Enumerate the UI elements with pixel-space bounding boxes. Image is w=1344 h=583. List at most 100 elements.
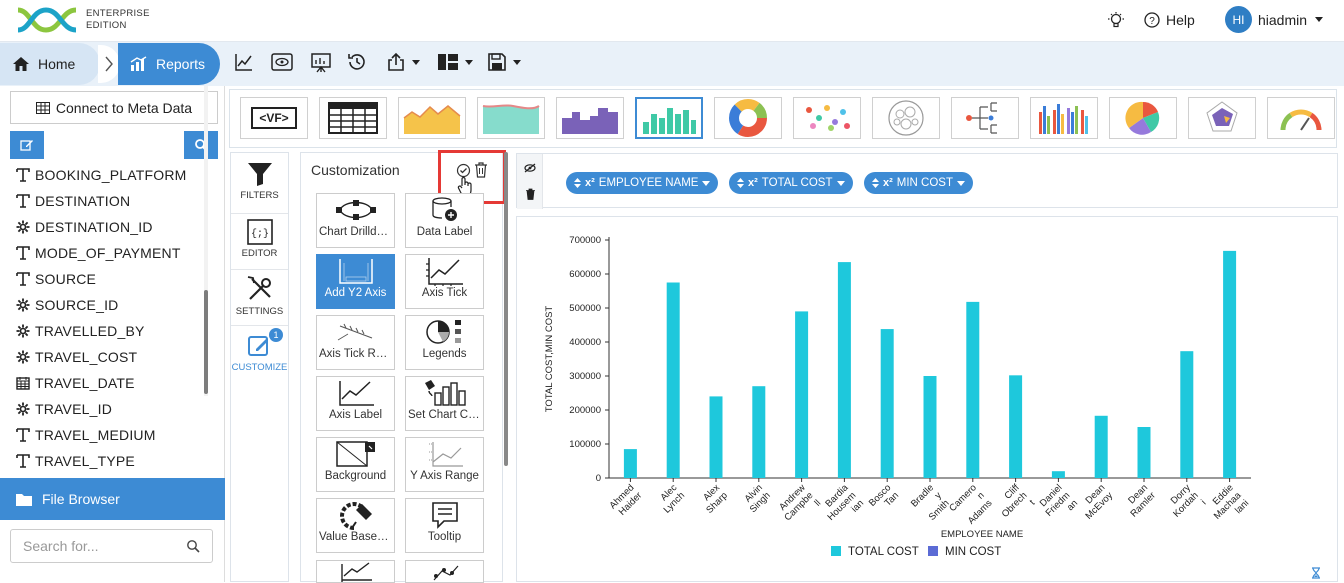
line-chart-button[interactable]: [234, 52, 254, 72]
field-item[interactable]: TRAVELLED_BY: [0, 318, 210, 344]
chart-type-gauge[interactable]: [1267, 97, 1335, 139]
x-tick-label: DanielFriedman: [1038, 482, 1080, 518]
clear-fields-button[interactable]: [525, 188, 536, 200]
chart-type-donut[interactable]: [714, 97, 782, 139]
breadcrumb-home[interactable]: Home: [0, 43, 100, 85]
chart-type-radar[interactable]: [1188, 97, 1256, 139]
bar: [752, 386, 766, 478]
helical-logo[interactable]: [16, 6, 78, 34]
chart-type-stacked-area[interactable]: [477, 97, 545, 139]
chart-type-bubble-pack[interactable]: [872, 97, 940, 139]
area-chart-icon: [403, 105, 461, 134]
card-label: Y Axis Range: [410, 470, 479, 482]
field-search-button[interactable]: [184, 131, 218, 159]
axis-label-alt-card[interactable]: [316, 560, 395, 583]
preview-button[interactable]: [271, 52, 293, 72]
y-axis-range-card[interactable]: Y Axis Range: [405, 437, 484, 492]
chevron-right-icon: [105, 56, 113, 72]
folder-icon: [16, 493, 32, 506]
layout-button[interactable]: [437, 52, 473, 72]
field-label: TRAVEL_ID: [35, 401, 113, 417]
chart-type-area[interactable]: [398, 97, 466, 139]
editor-tool[interactable]: {;} EDITOR: [231, 213, 288, 259]
text-type-icon: [16, 428, 30, 442]
field-pill[interactable]: x² MIN COST: [864, 172, 974, 194]
chart-drilldown-card[interactable]: Chart Drilldown: [316, 193, 395, 248]
value-color-icon: [317, 499, 394, 531]
field-item[interactable]: TRAVEL_MEDIUM: [0, 422, 210, 448]
tips-button[interactable]: [1107, 11, 1125, 29]
field-item[interactable]: BOOKING_PLATFORM: [0, 162, 210, 188]
axis-tick-rotation-card[interactable]: Axis Tick Rotation: [316, 315, 395, 370]
card-label: Add Y2 Axis: [324, 287, 387, 299]
chevron-down-icon: [836, 180, 845, 186]
x-axis-label: EMPLOYEE NAME: [941, 529, 1023, 540]
axis-tick-rotation-icon: [317, 316, 394, 348]
filters-tool[interactable]: FILTERS: [231, 161, 288, 201]
field-item[interactable]: DESTINATION_ID: [0, 214, 210, 240]
tooltip-card[interactable]: Tooltip: [405, 498, 484, 553]
help-button[interactable]: ? Help: [1144, 12, 1195, 28]
breadcrumb-reports[interactable]: Reports: [118, 43, 220, 85]
top-bar: ENTERPRISE EDITION ? Help HI hiadmin: [0, 0, 1344, 42]
file-search-input[interactable]: Search for...: [10, 529, 213, 563]
chart-type-bar[interactable]: [635, 97, 703, 139]
connect-meta-data-button[interactable]: Connect to Meta Data: [10, 91, 218, 124]
field-item[interactable]: SOURCE: [0, 266, 210, 292]
axis-tick-card[interactable]: Axis Tick: [405, 254, 484, 309]
chart-type-vf[interactable]: <VF>: [240, 97, 308, 139]
legend-swatch: [831, 546, 841, 556]
x-tick-label: EddieMachaalani: [1211, 482, 1252, 521]
presentation-button[interactable]: [310, 52, 332, 74]
delete-customization-button[interactable]: [474, 162, 488, 178]
legend-label: TOTAL COST: [848, 546, 919, 558]
file-browser-button[interactable]: File Browser: [0, 478, 225, 520]
eye-slash-icon: [524, 163, 536, 173]
customization-scrollbar[interactable]: [504, 152, 508, 466]
field-item[interactable]: DESTINATION: [0, 188, 210, 214]
field-item[interactable]: MODE_OF_PAYMENT: [0, 240, 210, 266]
axis-label-icon: [317, 377, 394, 409]
add-y2-axis-card[interactable]: Add Y2 Axis: [316, 254, 395, 309]
field-label: TRAVEL_DATE: [35, 375, 135, 391]
y-tick-label: 700000: [569, 235, 601, 246]
value-based-color-card[interactable]: Value Based Color: [316, 498, 395, 553]
chart-type-grouped-bar[interactable]: [1030, 97, 1098, 139]
sort-icon: [872, 178, 879, 188]
export-button[interactable]: [386, 52, 420, 72]
chart-type-pie[interactable]: [1109, 97, 1177, 139]
edit-button[interactable]: [10, 131, 44, 159]
sidebar-scrollbar[interactable]: [204, 290, 208, 394]
help-icon: ?: [1144, 12, 1160, 28]
save-button[interactable]: [487, 52, 521, 72]
text-type-icon: [16, 194, 30, 208]
settings-tool[interactable]: SETTINGS: [231, 269, 288, 317]
field-item[interactable]: TRAVEL_TYPE: [0, 448, 210, 474]
field-item[interactable]: TRAVEL_COST: [0, 344, 210, 370]
user-menu[interactable]: HI hiadmin: [1225, 6, 1324, 33]
field-item[interactable]: TRAVEL_DATE: [0, 370, 210, 396]
field-label: TRAVEL_TYPE: [35, 453, 135, 469]
set-chart-color-card[interactable]: Set Chart Color: [405, 376, 484, 431]
field-item[interactable]: TRAVEL_ID: [0, 396, 210, 422]
x-tick-label-line: Adams: [966, 498, 995, 527]
chart-type-step-bar[interactable]: [556, 97, 624, 139]
background-card[interactable]: Background: [316, 437, 395, 492]
field-item[interactable]: SOURCE_ID: [0, 292, 210, 318]
field-pill[interactable]: x² TOTAL COST: [729, 172, 853, 194]
chart-type-scatter[interactable]: [793, 97, 861, 139]
legends-card[interactable]: Legends: [405, 315, 484, 370]
axis-label-card[interactable]: Axis Label: [316, 376, 395, 431]
gauge-chart-icon: [1280, 109, 1322, 131]
data-label-card[interactable]: Data Label: [405, 193, 484, 248]
line-chart-icon: [235, 54, 252, 71]
chart-type-table[interactable]: [319, 97, 387, 139]
chart-type-tree[interactable]: [951, 97, 1019, 139]
numeric-type-icon: [16, 220, 30, 234]
visibility-toggle-button[interactable]: [524, 163, 536, 173]
trend-card[interactable]: [405, 560, 484, 583]
x-tick-label: DeanRamler: [1126, 482, 1158, 519]
field-pill[interactable]: x² EMPLOYEE NAME: [566, 172, 719, 194]
history-button[interactable]: [347, 52, 367, 72]
customize-tool[interactable]: 1 CUSTOMIZE: [231, 325, 288, 373]
